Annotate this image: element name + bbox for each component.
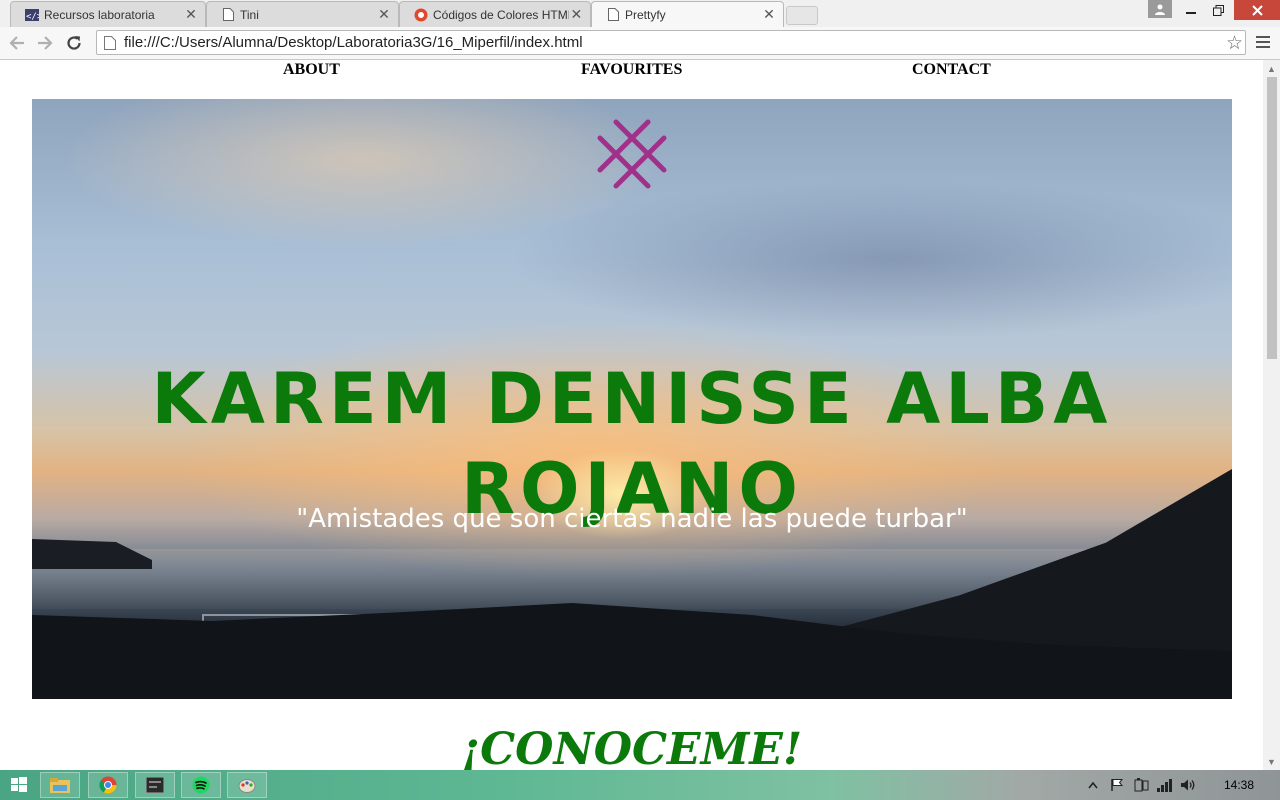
back-button[interactable]	[6, 32, 28, 54]
battery-icon[interactable]	[1132, 770, 1150, 800]
chrome-icon	[99, 776, 117, 794]
scroll-thumb[interactable]	[1267, 77, 1277, 359]
tab-title: Prettyfy	[625, 7, 666, 22]
close-window-button[interactable]	[1234, 0, 1280, 20]
browser-toolbar: file:///C:/Users/Alumna/Desktop/Laborato…	[0, 27, 1280, 60]
network-signal-icon[interactable]	[1157, 770, 1173, 800]
close-icon	[1251, 4, 1263, 16]
action-center-flag-icon[interactable]	[1110, 770, 1124, 800]
tab-codigos-colores[interactable]: Códigos de Colores HTML ✕	[399, 1, 591, 27]
web-icon	[414, 8, 428, 22]
reload-icon	[67, 36, 81, 50]
spotify-icon	[192, 776, 210, 794]
scroll-up-arrow-icon[interactable]: ▲	[1263, 60, 1280, 77]
crosshatch-logo-icon	[597, 119, 667, 189]
vertical-scrollbar[interactable]: ▲ ▼	[1263, 60, 1280, 770]
section-title-conoceme: ¡CONOCEME!	[460, 724, 803, 770]
tab-tini[interactable]: Tini ✕	[206, 1, 399, 27]
svg-text:</>: </>	[26, 12, 39, 21]
restore-icon	[1212, 4, 1224, 16]
paint-icon	[238, 779, 256, 793]
person-icon	[1155, 4, 1165, 15]
tab-prettyfy[interactable]: Prettyfy ✕	[591, 1, 784, 27]
windows-taskbar: 14:38	[0, 770, 1280, 800]
user-profile-button[interactable]	[1148, 0, 1172, 18]
taskbar-paint[interactable]	[227, 772, 267, 798]
windows-logo-icon	[11, 777, 27, 792]
taskbar-clock[interactable]: 14:38	[1224, 770, 1254, 800]
page-icon	[104, 35, 116, 50]
left-headland	[32, 539, 152, 569]
tab-title: Códigos de Colores HTML	[433, 7, 569, 22]
taskbar-file-explorer[interactable]	[40, 772, 80, 798]
taskbar-chrome[interactable]	[88, 772, 128, 798]
new-tab-button[interactable]	[786, 6, 818, 25]
forward-button[interactable]	[34, 32, 56, 54]
close-tab-icon[interactable]: ✕	[183, 6, 199, 23]
terminal-icon	[146, 777, 164, 793]
minimize-icon	[1186, 12, 1196, 14]
browser-tab-strip: </> Recursos laboratoria ✕ Tini ✕ Código…	[0, 0, 1280, 27]
tab-title: Recursos laboratoria	[44, 7, 155, 22]
tab-recursos-laboratoria[interactable]: </> Recursos laboratoria ✕	[10, 1, 206, 27]
close-tab-icon[interactable]: ✕	[761, 6, 777, 23]
start-button[interactable]	[4, 774, 34, 796]
taskbar-spotify[interactable]	[181, 772, 221, 798]
reload-button[interactable]	[63, 32, 85, 54]
nav-about-link[interactable]: ABOUT	[283, 61, 340, 79]
hero-quote: "Amistades que son ciertas nadie las pue…	[296, 504, 968, 534]
minimize-button[interactable]	[1180, 0, 1202, 20]
page-viewport: ABOUT FAVOURITES CONTACT KAREM DENISSE A…	[0, 60, 1263, 770]
taskbar-terminal[interactable]	[135, 772, 175, 798]
volume-icon[interactable]	[1180, 770, 1196, 800]
site-nav: ABOUT FAVOURITES CONTACT	[0, 60, 1263, 84]
page-icon	[221, 8, 235, 22]
tab-title: Tini	[240, 7, 259, 22]
url-text[interactable]: file:///C:/Users/Alumna/Desktop/Laborato…	[124, 34, 583, 51]
code-icon: </>	[25, 8, 39, 22]
tray-show-hidden-icon[interactable]	[1088, 770, 1098, 800]
hero-banner: KAREM DENISSE ALBA ROJANO "Amistades que…	[32, 99, 1232, 699]
scroll-down-arrow-icon[interactable]: ▼	[1263, 753, 1280, 770]
arrow-left-icon	[9, 36, 24, 50]
close-tab-icon[interactable]: ✕	[376, 6, 392, 23]
restore-button[interactable]	[1206, 0, 1230, 20]
arrow-right-icon	[38, 36, 53, 50]
bookmark-star-icon[interactable]: ☆	[1226, 32, 1243, 55]
nav-contact-link[interactable]: CONTACT	[912, 61, 991, 79]
nav-favourites-link[interactable]: FAVOURITES	[581, 61, 682, 79]
file-explorer-icon	[50, 778, 70, 793]
close-tab-icon[interactable]: ✕	[569, 6, 584, 23]
page-icon	[606, 8, 620, 22]
address-bar[interactable]: file:///C:/Users/Alumna/Desktop/Laborato…	[96, 30, 1246, 55]
chrome-menu-button[interactable]	[1256, 33, 1270, 53]
